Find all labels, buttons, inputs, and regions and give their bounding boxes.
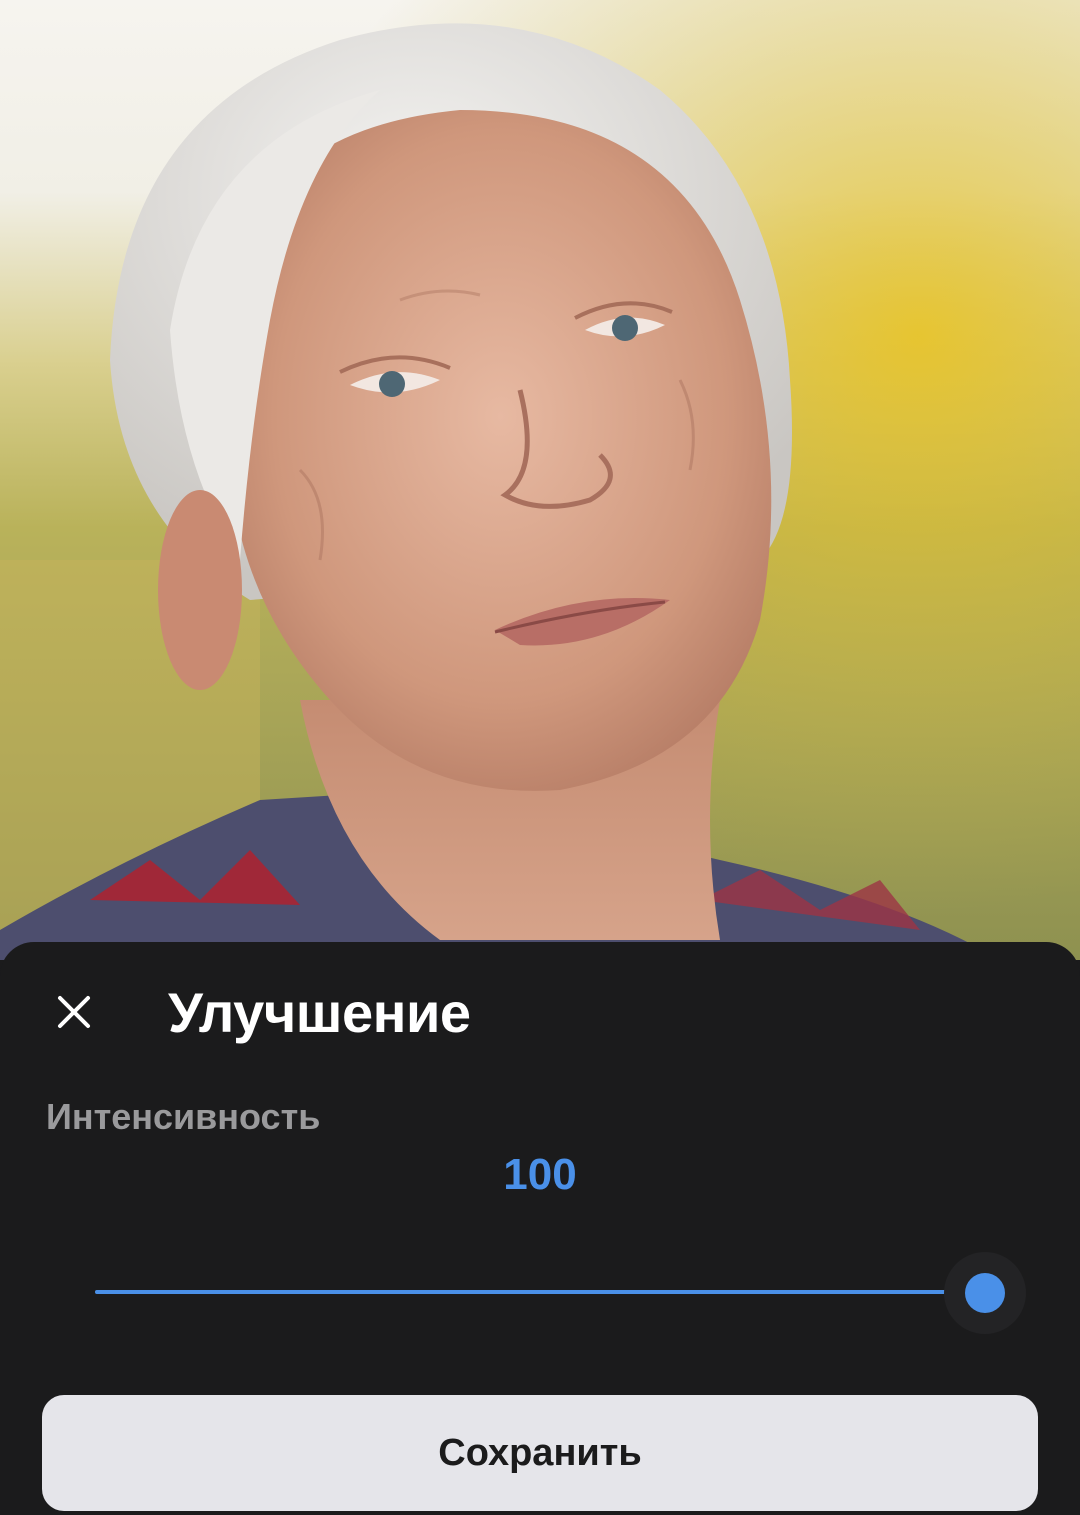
close-icon	[58, 996, 90, 1028]
slider-fill	[95, 1290, 985, 1294]
edited-photo	[0, 0, 1080, 960]
intensity-value: 100	[503, 1150, 577, 1199]
intensity-label: Интенсивность	[46, 1096, 321, 1137]
close-button[interactable]	[48, 986, 100, 1038]
intensity-slider[interactable]	[95, 1252, 1026, 1334]
portrait-image	[0, 0, 1080, 960]
slider-thumb[interactable]	[965, 1273, 1005, 1313]
sheet-title: Улучшение	[168, 981, 471, 1044]
save-button[interactable]: Сохранить	[42, 1395, 1038, 1511]
